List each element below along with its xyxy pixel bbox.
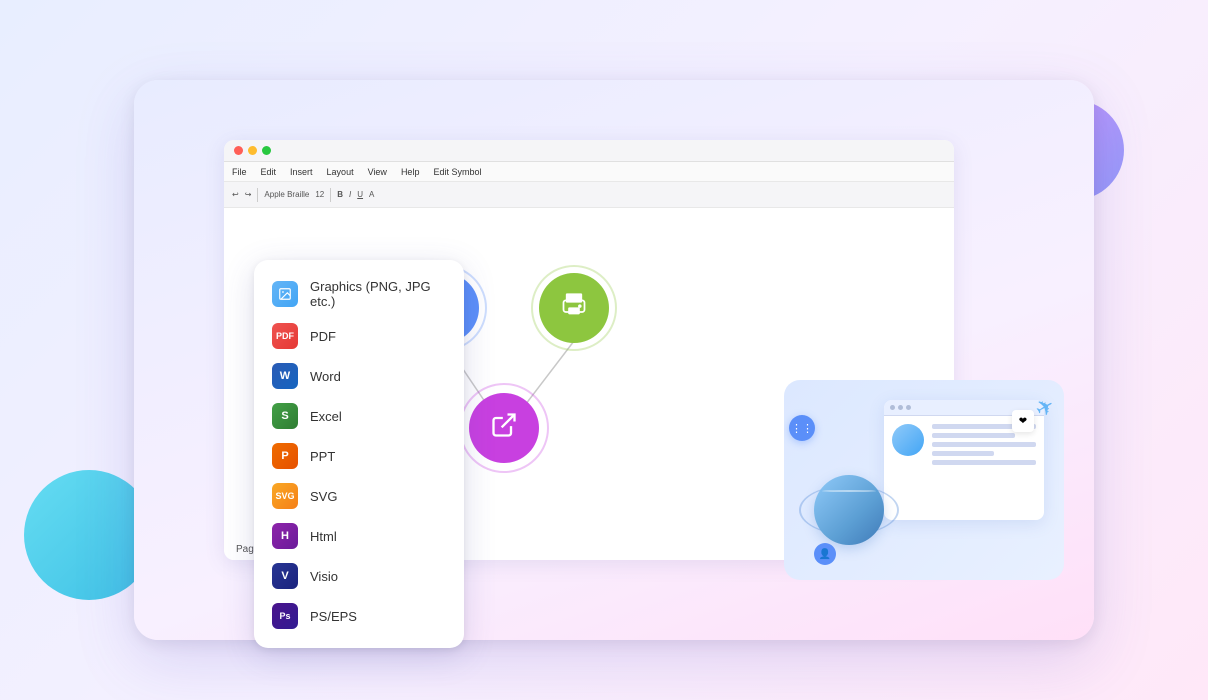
format-item-word[interactable]: W Word xyxy=(254,356,464,396)
illustration-panel: ✈ ⋮⋮ ❤ 👤 xyxy=(784,380,1064,580)
browser-line-4 xyxy=(932,451,994,456)
print-icon xyxy=(560,291,588,325)
maximize-button[interactable] xyxy=(262,146,271,155)
format-panel: Graphics (PNG, JPG etc.) PDF PDF W Word S Exce… xyxy=(254,260,464,648)
minimize-button[interactable] xyxy=(248,146,257,155)
menu-insert[interactable]: Insert xyxy=(290,167,313,177)
toolbar-font-size[interactable]: 12 xyxy=(315,190,324,199)
export-node[interactable] xyxy=(469,393,539,463)
format-label-visio: Visio xyxy=(310,569,338,584)
format-icon-graphics xyxy=(272,281,298,307)
format-icon-visio: V xyxy=(272,563,298,589)
toolbar-separator-2 xyxy=(330,188,331,202)
user-badge-icon: 👤 xyxy=(814,543,836,565)
mail-badge-icon: ❤ xyxy=(1012,410,1034,432)
format-item-html[interactable]: H Html xyxy=(254,516,464,556)
format-item-pdf[interactable]: PDF PDF xyxy=(254,316,464,356)
format-icon-html: H xyxy=(272,523,298,549)
format-icon-word: W xyxy=(272,363,298,389)
format-item-graphics[interactable]: Graphics (PNG, JPG etc.) xyxy=(254,272,464,316)
format-icon-ppt: P xyxy=(272,443,298,469)
browser-line-2 xyxy=(932,433,1015,438)
print-node[interactable] xyxy=(539,273,609,343)
menu-edit-symbol[interactable]: Edit Symbol xyxy=(433,167,481,177)
toolbar-italic[interactable]: I xyxy=(349,190,351,199)
format-label-ps: PS/EPS xyxy=(310,609,357,624)
menu-layout[interactable]: Layout xyxy=(327,167,354,177)
toolbar-separator-1 xyxy=(257,188,258,202)
menu-file[interactable]: File xyxy=(232,167,247,177)
illustration-inner: ✈ ⋮⋮ ❤ 👤 xyxy=(784,380,1064,580)
format-label-svg: SVG xyxy=(310,489,337,504)
browser-dot-2 xyxy=(898,405,903,410)
close-button[interactable] xyxy=(234,146,243,155)
format-label-word: Word xyxy=(310,369,341,384)
format-item-svg[interactable]: SVG SVG xyxy=(254,476,464,516)
format-item-excel[interactable]: S Excel xyxy=(254,396,464,436)
menu-help[interactable]: Help xyxy=(401,167,420,177)
toolbar-underline[interactable]: U xyxy=(357,190,363,199)
browser-line-5 xyxy=(932,460,1036,465)
format-item-ps[interactable]: Ps PS/EPS xyxy=(254,596,464,636)
scene: File Edit Insert Layout View Help Edit S… xyxy=(54,40,1154,660)
menu-bar: File Edit Insert Layout View Help Edit S… xyxy=(224,162,954,182)
toolbar-font[interactable]: Apple Braille xyxy=(264,190,309,199)
browser-dot-3 xyxy=(906,405,911,410)
format-icon-excel: S xyxy=(272,403,298,429)
browser-avatar xyxy=(892,424,924,456)
format-label-ppt: PPT xyxy=(310,449,335,464)
share-badge-icon: ⋮⋮ xyxy=(789,415,815,441)
export-icon xyxy=(490,411,518,445)
laptop-shell: File Edit Insert Layout View Help Edit S… xyxy=(134,80,1094,640)
format-label-pdf: PDF xyxy=(310,329,336,344)
title-bar xyxy=(224,140,954,162)
format-item-visio[interactable]: V Visio xyxy=(254,556,464,596)
toolbar-align[interactable]: A xyxy=(369,190,374,199)
format-label-graphics: Graphics (PNG, JPG etc.) xyxy=(310,279,446,309)
toolbar-bold[interactable]: B xyxy=(337,190,343,199)
format-label-html: Html xyxy=(310,529,337,544)
format-icon-ps: Ps xyxy=(272,603,298,629)
browser-dot-1 xyxy=(890,405,895,410)
toolbar-undo[interactable]: ↩ xyxy=(232,190,239,199)
format-label-excel: Excel xyxy=(310,409,342,424)
format-icon-pdf: PDF xyxy=(272,323,298,349)
globe-container xyxy=(799,460,899,560)
browser-line-3 xyxy=(932,442,1036,447)
format-item-ppt[interactable]: P PPT xyxy=(254,436,464,476)
menu-edit[interactable]: Edit xyxy=(261,167,277,177)
toolbar: ↩ ↪ Apple Braille 12 B I U A xyxy=(224,182,954,208)
format-icon-svg: SVG xyxy=(272,483,298,509)
globe-icon xyxy=(814,475,884,545)
toolbar-redo[interactable]: ↪ xyxy=(245,190,252,199)
menu-view[interactable]: View xyxy=(368,167,387,177)
